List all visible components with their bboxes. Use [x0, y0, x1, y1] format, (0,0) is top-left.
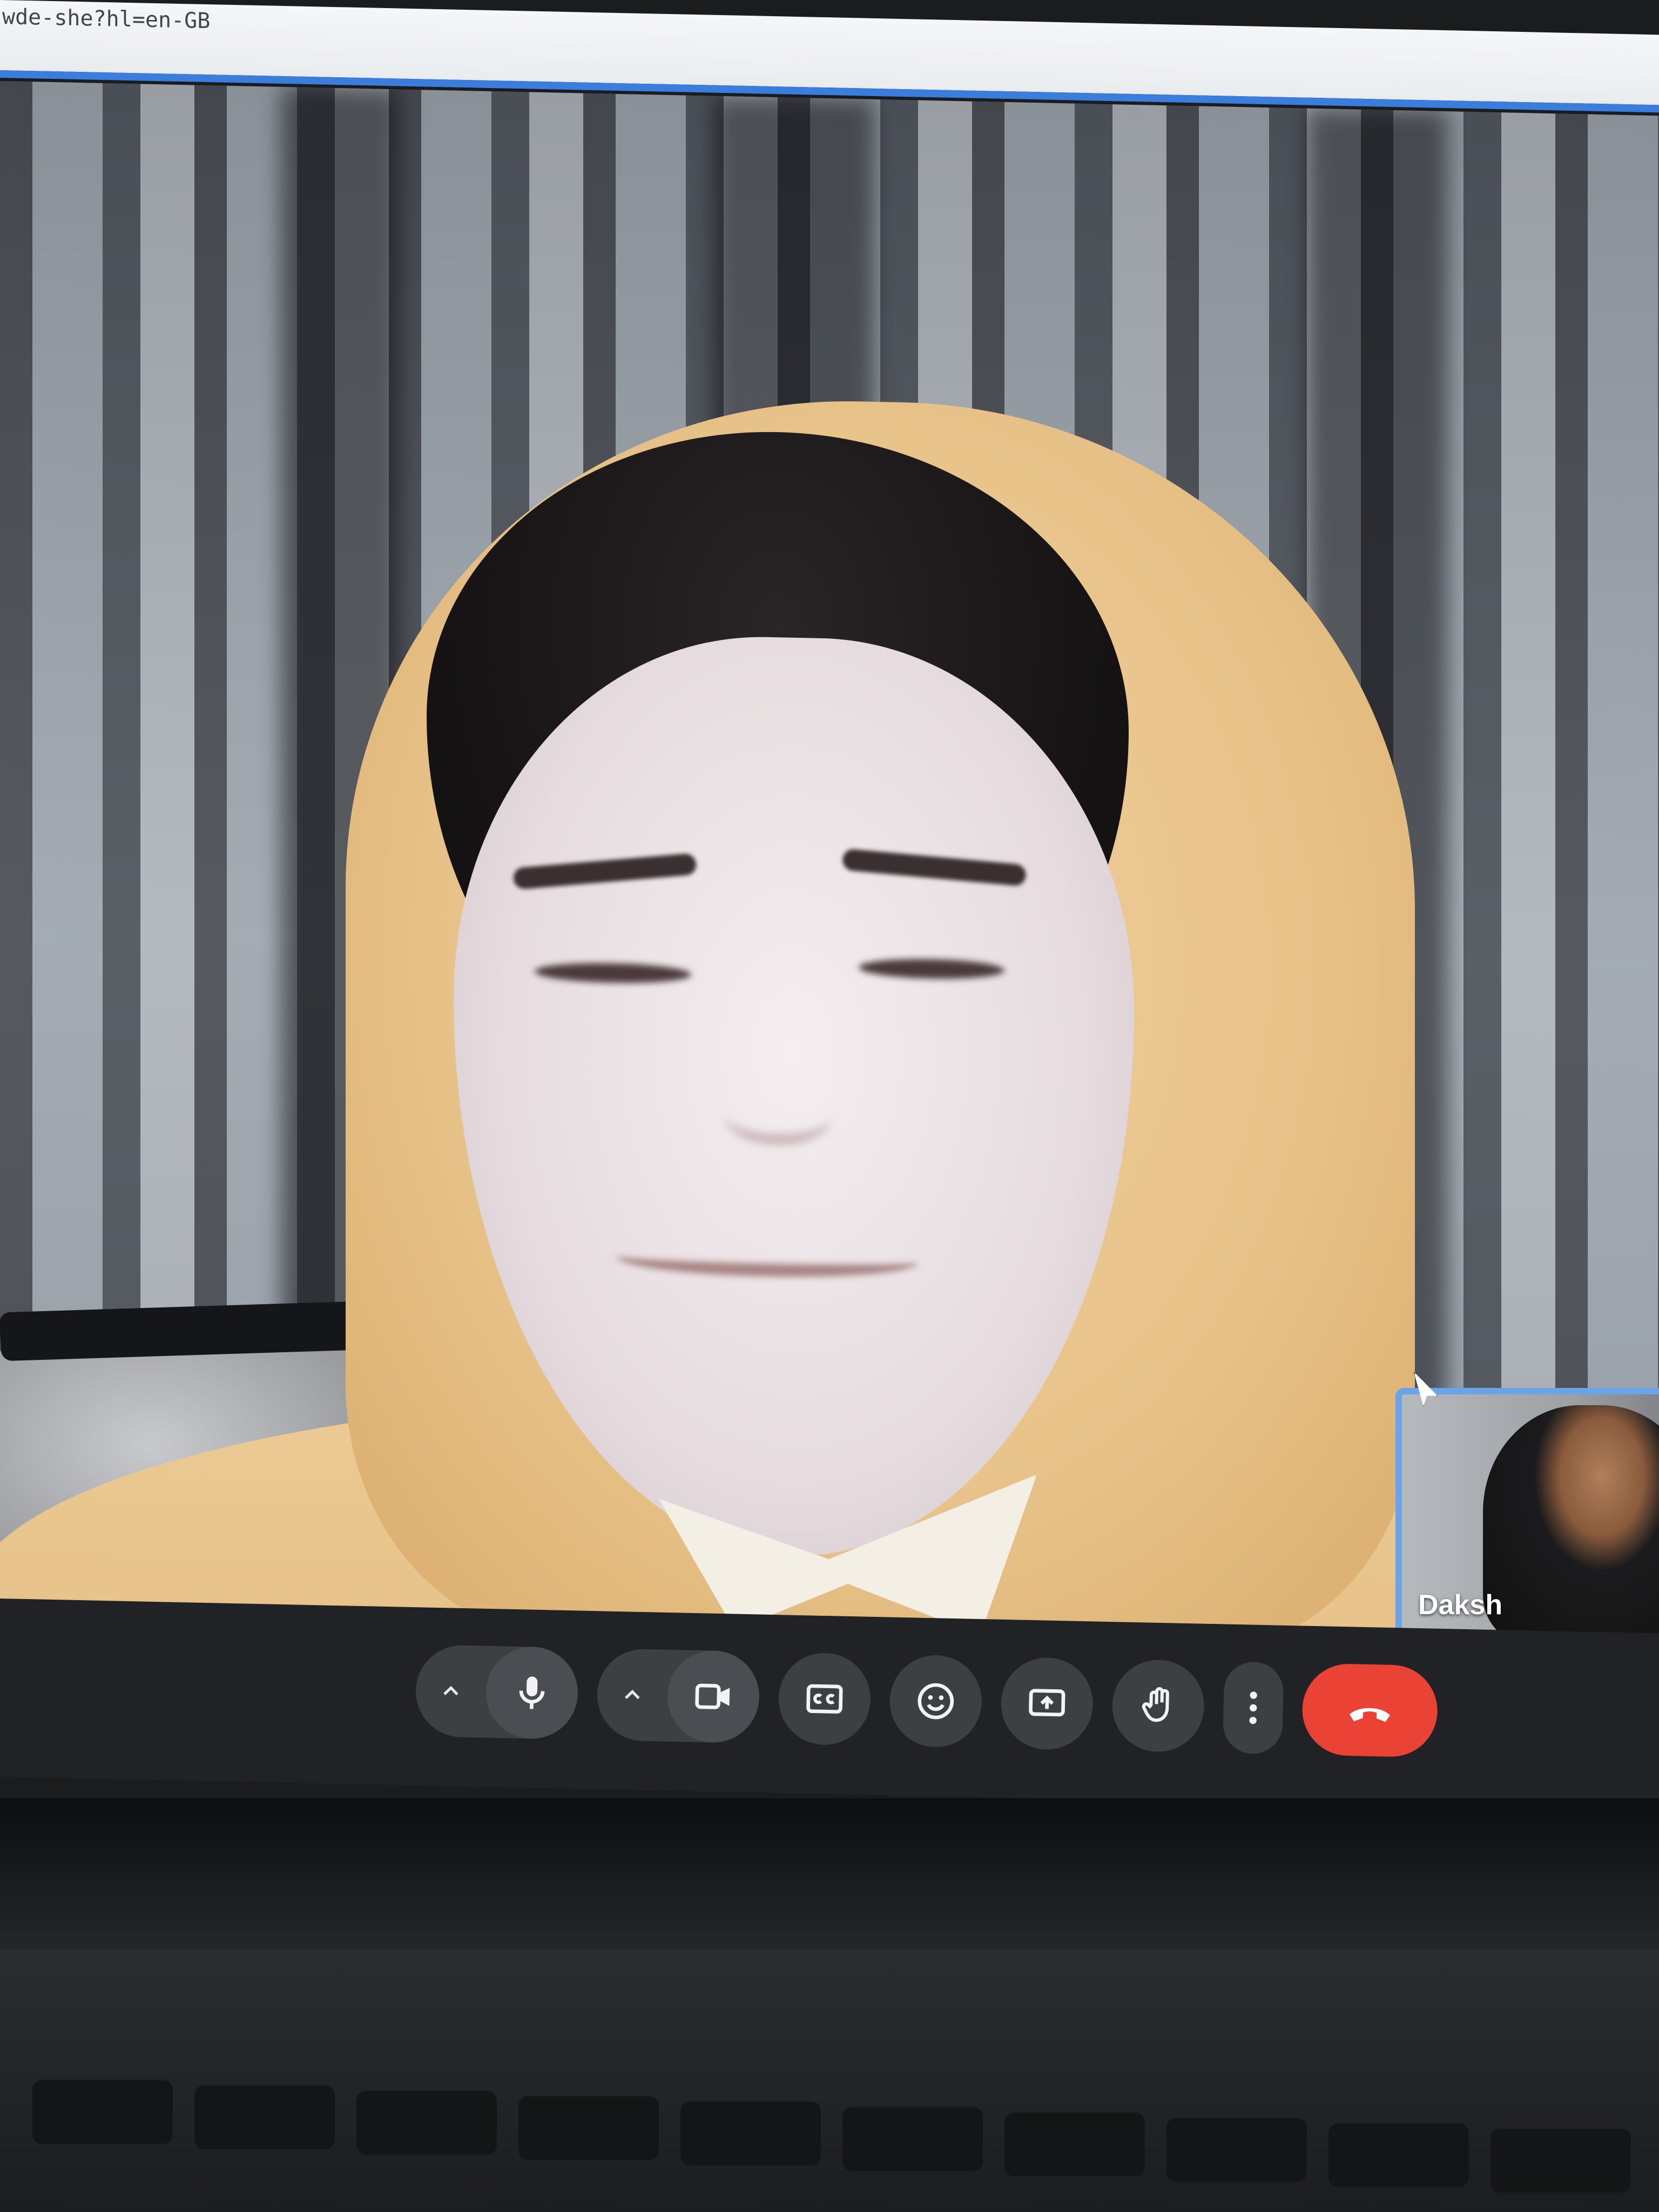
right-brow	[842, 848, 1027, 887]
nose	[724, 1084, 832, 1147]
hang-up-icon	[1349, 1708, 1390, 1722]
self-view-person	[1483, 1405, 1659, 1637]
laptop-keyboard	[0, 1950, 1659, 2212]
keyboard-key	[194, 2085, 335, 2149]
keyboard-key	[1166, 2117, 1307, 2182]
keyboard-key	[680, 2101, 821, 2166]
keyboard-key	[32, 2079, 173, 2144]
present-screen-button[interactable]	[1000, 1656, 1094, 1751]
keyboard-key	[356, 2090, 497, 2155]
camera-button[interactable]	[666, 1649, 760, 1744]
raise-hand-button[interactable]	[1111, 1659, 1205, 1753]
reactions-button[interactable]	[889, 1654, 983, 1748]
keyboard-key	[1004, 2112, 1145, 2176]
captions-button[interactable]	[778, 1652, 872, 1746]
left-eye	[535, 961, 691, 984]
right-eye	[859, 957, 1004, 980]
camera-icon	[695, 1683, 730, 1709]
leave-call-button[interactable]	[1301, 1663, 1439, 1758]
more-options-button[interactable]	[1222, 1661, 1284, 1755]
raise-hand-icon	[1142, 1687, 1169, 1722]
audio-control-group	[415, 1644, 579, 1740]
keyboard-key	[842, 2106, 983, 2171]
keyboard-key	[1328, 2122, 1469, 2187]
microphone-button[interactable]	[485, 1645, 579, 1740]
video-options-chevron-up-icon[interactable]	[596, 1648, 669, 1742]
emoji-icon	[918, 1683, 954, 1719]
mouth	[616, 1238, 918, 1280]
self-view-name: Daksh	[1418, 1589, 1503, 1621]
more-vert-icon	[1249, 1691, 1257, 1724]
video-control-group	[596, 1648, 760, 1744]
captions-icon	[806, 1684, 843, 1714]
left-brow	[512, 853, 698, 890]
keyboard-key	[1491, 2128, 1631, 2193]
laptop-bezel	[0, 1798, 1659, 1950]
microphone-icon	[519, 1676, 545, 1709]
url-text: wde-she?hl=en-GB	[2, 4, 211, 34]
keyboard-key	[518, 2095, 659, 2160]
audio-options-chevron-up-icon[interactable]	[415, 1644, 487, 1738]
self-view-tile[interactable]: Daksh	[1395, 1388, 1659, 1644]
present-screen-icon	[1029, 1689, 1065, 1717]
